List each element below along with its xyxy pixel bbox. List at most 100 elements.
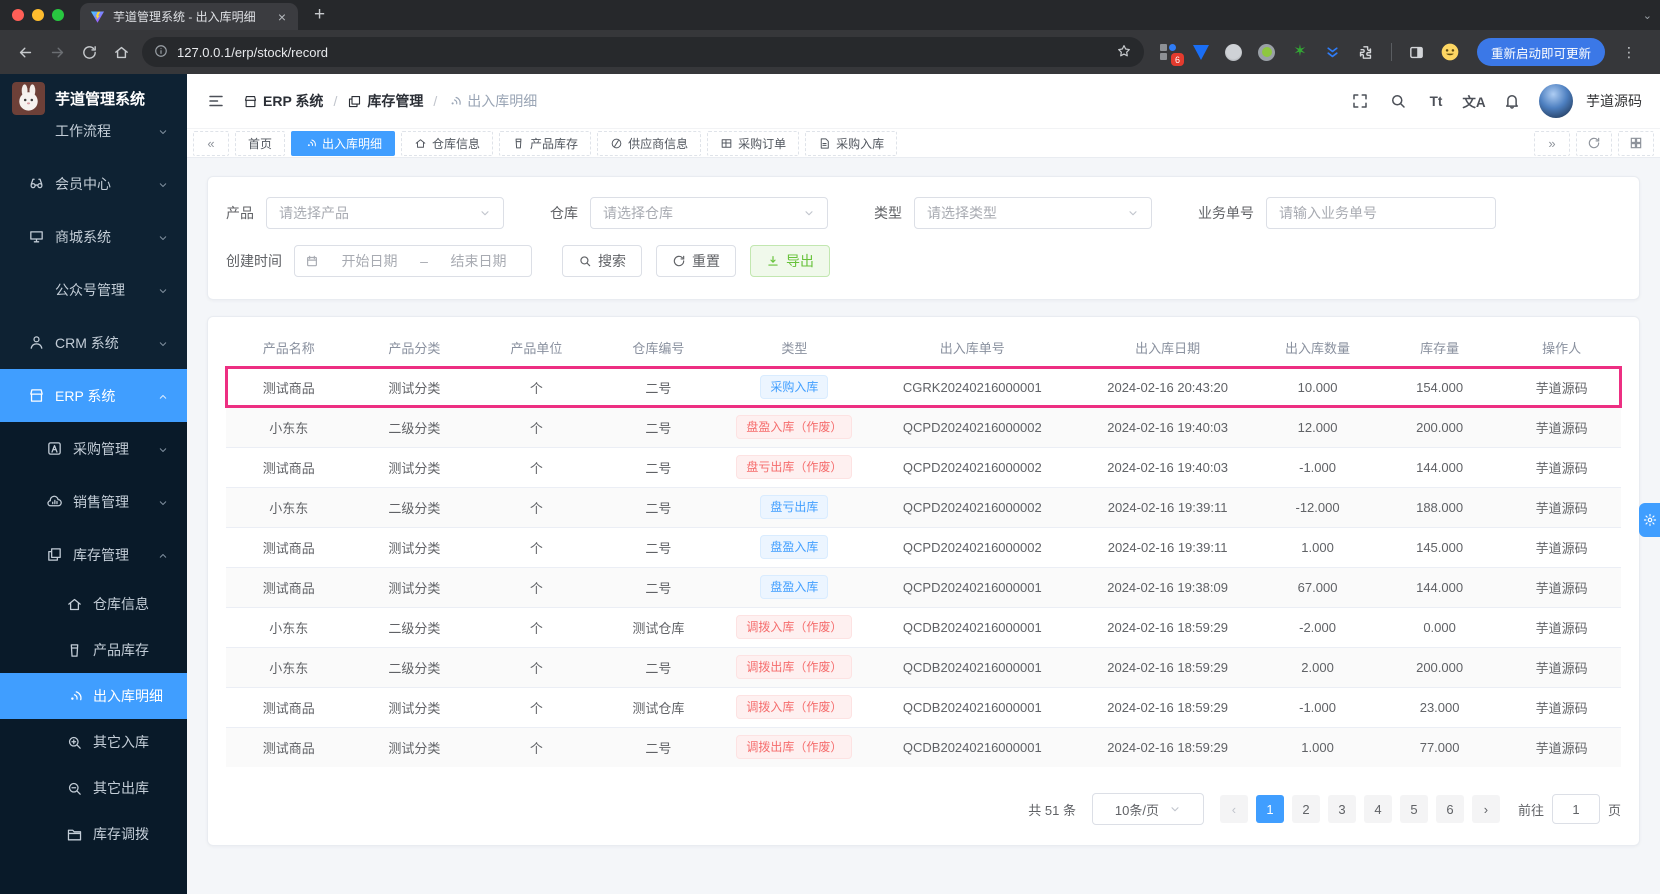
extension-green-star-icon[interactable]: ✶: [1290, 42, 1310, 62]
page-button-3[interactable]: 3: [1328, 795, 1356, 823]
window-minimize-button[interactable]: [32, 9, 44, 21]
side-panel-icon[interactable]: [1407, 42, 1427, 62]
cell-quantity: -1.000: [1258, 687, 1377, 727]
sidebar-item-CRM 系统[interactable]: CRM 系统: [0, 316, 187, 369]
table-row[interactable]: 测试商品测试分类个二号盘盈入库QCPD202402160000022024-02…: [226, 527, 1621, 567]
window-zoom-button[interactable]: [52, 9, 64, 21]
table-row[interactable]: 测试商品测试分类个二号盘亏出库（作废）QCPD20240216000002202…: [226, 447, 1621, 487]
sidebar-item-商城系统[interactable]: 商城系统: [0, 210, 187, 263]
browser-tab[interactable]: 芋道管理系统 - 出入库明细 ×: [80, 3, 298, 30]
chevron-down-icon: [1169, 803, 1181, 815]
back-icon[interactable]: [10, 37, 40, 67]
tag-首页[interactable]: 首页: [235, 131, 285, 156]
close-icon[interactable]: ×: [274, 9, 290, 25]
table-row[interactable]: 小东东二级分类个二号调拨出库（作废）QCDB202402160000012024…: [226, 647, 1621, 687]
browser-update-button[interactable]: 重新启动即可更新: [1477, 38, 1605, 66]
table-row[interactable]: 测试商品测试分类个测试仓库调拨入库（作废）QCDB202402160000012…: [226, 687, 1621, 727]
sidebar-item-库存管理[interactable]: 库存管理: [0, 528, 187, 581]
sidebar-item-采购管理[interactable]: 采购管理: [0, 422, 187, 475]
tag-产品库存[interactable]: 产品库存: [499, 131, 591, 156]
table-row[interactable]: 测试商品测试分类个二号盘盈入库QCPD202402160000012024-02…: [226, 567, 1621, 607]
search-icon[interactable]: [1381, 84, 1415, 118]
reload-icon[interactable]: [74, 37, 104, 67]
page-next-icon[interactable]: ›: [1472, 795, 1500, 823]
create-time-range-picker[interactable]: 开始日期 – 结束日期: [294, 245, 532, 277]
table-row-highlighted[interactable]: 测试商品测试分类个二号采购入库CGRK202402160000012024-02…: [226, 367, 1621, 407]
avatar[interactable]: [1539, 84, 1573, 118]
cell-unit: 个: [477, 727, 596, 767]
bookmark-star-icon[interactable]: [1116, 43, 1132, 62]
sidebar-item-库存调拨[interactable]: 库存调拨: [0, 811, 187, 857]
app-logo[interactable]: 芋道管理系统: [0, 74, 187, 122]
tag-供应商信息[interactable]: 供应商信息: [597, 131, 701, 156]
forward-icon[interactable]: [42, 37, 72, 67]
type-tag: 调拨入库（作废）: [736, 695, 852, 719]
page-button-4[interactable]: 4: [1364, 795, 1392, 823]
tags-refresh-icon[interactable]: [1576, 131, 1612, 156]
cell-category: 二级分类: [352, 647, 478, 687]
warehouse-select[interactable]: 请选择仓库: [590, 197, 828, 229]
address-bar[interactable]: 127.0.0.1/erp/stock/record: [142, 37, 1144, 67]
profile-emoji-icon[interactable]: [1440, 42, 1460, 62]
sidebar-item-会员中心[interactable]: 会员中心: [0, 157, 187, 210]
extension-double-chevron-icon[interactable]: [1323, 42, 1343, 62]
tags-scroll-left-icon[interactable]: «: [193, 131, 229, 156]
table-row[interactable]: 小东东二级分类个测试仓库调拨入库（作废）QCDB2024021600000120…: [226, 607, 1621, 647]
page-button-5[interactable]: 5: [1400, 795, 1428, 823]
page-prev-icon[interactable]: ‹: [1220, 795, 1248, 823]
tabstrip-chevron-icon[interactable]: ⌄: [1643, 9, 1652, 22]
collapse-menu-icon[interactable]: [199, 84, 233, 118]
page-button-2[interactable]: 2: [1292, 795, 1320, 823]
tags-scroll-right-icon[interactable]: »: [1534, 131, 1570, 156]
table-row[interactable]: 测试商品测试分类个二号调拨出库（作废）QCDB20240216000001202…: [226, 727, 1621, 767]
quick-nav-grid-icon[interactable]: [1618, 131, 1654, 156]
extensions-puzzle-icon[interactable]: [1356, 42, 1376, 62]
notification-bell-icon[interactable]: [1495, 84, 1529, 118]
extension-green-dot-icon[interactable]: [1257, 42, 1277, 62]
type-select[interactable]: 请选择类型: [914, 197, 1152, 229]
type-tag: 盘亏出库（作废）: [736, 455, 852, 479]
sidebar-item-出入库明细[interactable]: 出入库明细: [0, 673, 187, 719]
table-row[interactable]: 小东东二级分类个二号盘亏出库QCPD202402160000022024-02-…: [226, 487, 1621, 527]
tag-仓库信息[interactable]: 仓库信息: [401, 131, 493, 156]
chevron-down-icon: [479, 207, 491, 219]
export-button[interactable]: 导出: [750, 245, 830, 277]
locale-icon[interactable]: 文A: [1457, 91, 1491, 111]
sidebar-item-公众号管理[interactable]: 公众号管理: [0, 263, 187, 316]
page-button-1[interactable]: 1: [1256, 795, 1284, 823]
site-info-icon[interactable]: [154, 44, 168, 61]
browser-menu-icon[interactable]: ⋮: [1618, 44, 1640, 61]
biz-no-input[interactable]: [1266, 197, 1496, 229]
new-tab-button[interactable]: +: [314, 4, 325, 26]
sidebar-item-产品库存[interactable]: 产品库存: [0, 627, 187, 673]
extension-kite-icon[interactable]: [1191, 42, 1211, 62]
breadcrumb-item-2[interactable]: 出入库明细: [447, 91, 537, 111]
cell-order_no: QCDB20240216000001: [868, 607, 1077, 647]
reset-button[interactable]: 重置: [656, 245, 736, 277]
sidebar-item-仓库信息[interactable]: 仓库信息: [0, 581, 187, 627]
product-select[interactable]: 请选择产品: [266, 197, 504, 229]
page-button-6[interactable]: 6: [1436, 795, 1464, 823]
breadcrumb-item-1[interactable]: 库存管理: [347, 91, 423, 111]
extension-gray-circle-icon[interactable]: [1224, 42, 1244, 62]
sidebar-item-其它出库[interactable]: 其它出库: [0, 765, 187, 811]
page-size-select[interactable]: 10条/页: [1092, 793, 1204, 825]
sidebar-item-ERP 系统[interactable]: ERP 系统: [0, 369, 187, 422]
fullscreen-icon[interactable]: [1343, 84, 1377, 118]
sidebar-item-销售管理[interactable]: 销售管理: [0, 475, 187, 528]
font-size-icon[interactable]: Tt: [1419, 94, 1453, 109]
tag-采购入库[interactable]: 采购入库: [805, 131, 897, 156]
home-icon[interactable]: [106, 37, 136, 67]
search-button[interactable]: 搜索: [562, 245, 642, 277]
table-row[interactable]: 小东东二级分类个二号盘盈入库（作废）QCPD202402160000022024…: [226, 407, 1621, 447]
goto-page-input[interactable]: [1552, 794, 1600, 824]
pagination: 共 51 条 10条/页 ‹ 123456 › 前往 页: [226, 793, 1621, 825]
theme-settings-button[interactable]: [1639, 503, 1660, 537]
breadcrumb-item-0[interactable]: ERP 系统: [243, 91, 323, 111]
sidebar-item-其它入库[interactable]: 其它入库: [0, 719, 187, 765]
document-icon: [818, 137, 831, 150]
window-close-button[interactable]: [12, 9, 24, 21]
extension-blocks-icon[interactable]: 6: [1158, 42, 1178, 62]
tag-采购订单[interactable]: 采购订单: [707, 131, 799, 156]
tag-出入库明细[interactable]: 出入库明细: [291, 131, 395, 156]
